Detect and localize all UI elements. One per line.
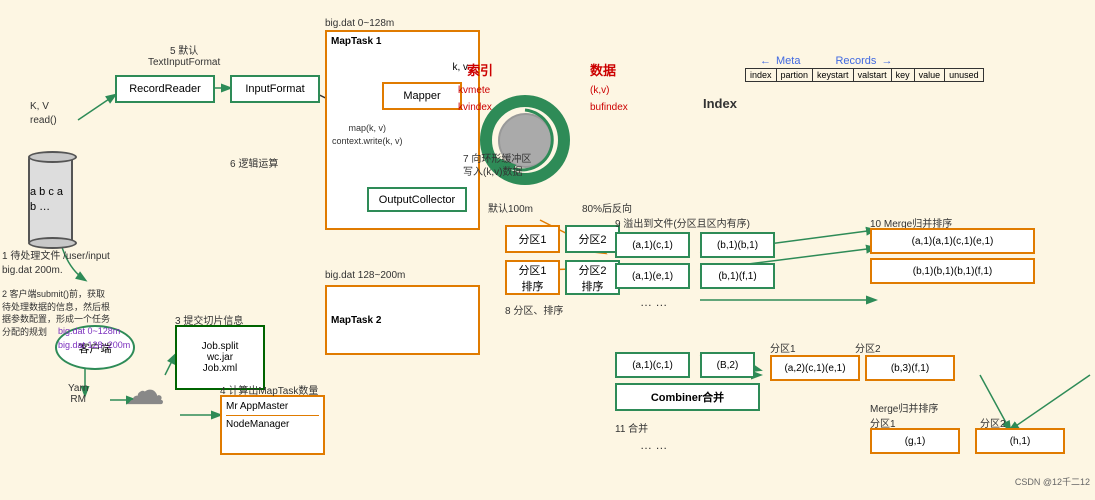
partition1-sort: 分区1排序	[505, 260, 560, 295]
combiner-part1: 分区1	[770, 340, 796, 355]
cut-info-label: 3 提交切片信息	[175, 312, 243, 327]
spill2b-box: (b,1)(f,1)	[700, 263, 775, 289]
footer: CSDN @12千二12	[1015, 475, 1090, 488]
kv-read-label: K, Vread()	[30, 100, 57, 128]
file-info-label: 1 待处理文件 /user/input big.dat 200m.	[2, 250, 112, 278]
meta-records-header: ← Meta Records →	[760, 55, 892, 67]
kv2-label: (k,v)	[590, 85, 609, 96]
final-g1: (g,1)	[870, 428, 960, 454]
index-detected-label: Index	[703, 96, 737, 111]
yarn-rm-label: YarnRM	[68, 383, 88, 405]
partition-sort-label: 8 分区、排序	[505, 302, 563, 317]
reverse-label: 80%后反向	[582, 200, 632, 215]
combiner2-box: (B,2)	[700, 352, 755, 378]
final-h1: (h,1)	[975, 428, 1065, 454]
combiner1-box: (a,1)(c,1)	[615, 352, 690, 378]
dots1: … …	[640, 295, 667, 309]
data-label: 数据	[590, 60, 616, 79]
dots2: … …	[640, 438, 667, 452]
file-content-label: a b c a b …	[30, 185, 71, 216]
merge-final-label: Merge归并排序	[870, 400, 938, 415]
merge-result1: (a,1)(a,1)(c,1)(e,1)	[870, 228, 1035, 254]
combine-result2: (b,3)(f,1)	[865, 355, 955, 381]
partition1-top: 分区1	[505, 225, 560, 253]
spill1b-box: (b,1)(b,1)	[700, 232, 775, 258]
merge-result2: (b,1)(b,1)(b,1)(f,1)	[870, 258, 1035, 284]
maptask1-box: MapTask 1 k, v Mapper map(k, v)context.w…	[325, 30, 480, 230]
index-label: 索引	[467, 60, 493, 79]
spill2a-box: (a,1)(e,1)	[615, 263, 690, 289]
bigdat2-label: big.dat 128~200m	[325, 270, 405, 281]
compute-maptask-label: 4 计算出MapTask数量	[220, 382, 318, 397]
text-input-format-label: 5 默认TextInputFormat	[148, 42, 220, 68]
app-master-box: Mr AppMaster NodeManager	[220, 395, 325, 455]
output-collector-box: OutputCollector	[367, 187, 467, 212]
kvmete-label: kvmete	[458, 85, 490, 96]
purple-file-labels: big.dat 0~128mbig.dat 128~200m	[58, 325, 130, 352]
kvindex-label: kvindex	[458, 102, 492, 113]
combiner-part2: 分区2	[855, 340, 881, 355]
cloud-icon: ☁	[125, 368, 165, 414]
partition2-top: 分区2	[565, 225, 620, 253]
write-buffer-label: 7 向环形缓冲区写入(k,v)数据	[463, 153, 531, 179]
job-split-box: Job.splitwc.jarJob.xml	[175, 325, 265, 390]
combine-result1: (a,2)(c,1)(e,1)	[770, 355, 860, 381]
logic-compute-label: 6 逻辑运算	[230, 155, 278, 170]
spill-label: 9 溢出到文件(分区且区内有序)	[615, 215, 750, 230]
mapper-box: Mapper	[382, 82, 462, 110]
partition2-sort: 分区2排序	[565, 260, 620, 295]
input-format-box: InputFormat	[230, 75, 320, 103]
meta-table: index partion keystart valstart key valu…	[745, 68, 984, 82]
bigdat-label: big.dat 0~128m	[325, 18, 394, 29]
merge11-label: 11 合并	[615, 420, 648, 435]
record-reader-box: RecordReader	[115, 75, 215, 103]
combiner-merge-box: Combiner合并	[615, 383, 760, 411]
spill1a-box: (a,1)(c,1)	[615, 232, 690, 258]
bufindex-label: bufindex	[590, 102, 628, 113]
default-buffer-label: 默认100m	[488, 200, 533, 215]
file-content-box: a b c a b …	[28, 155, 73, 245]
maptask2-box: MapTask 2	[325, 285, 480, 355]
